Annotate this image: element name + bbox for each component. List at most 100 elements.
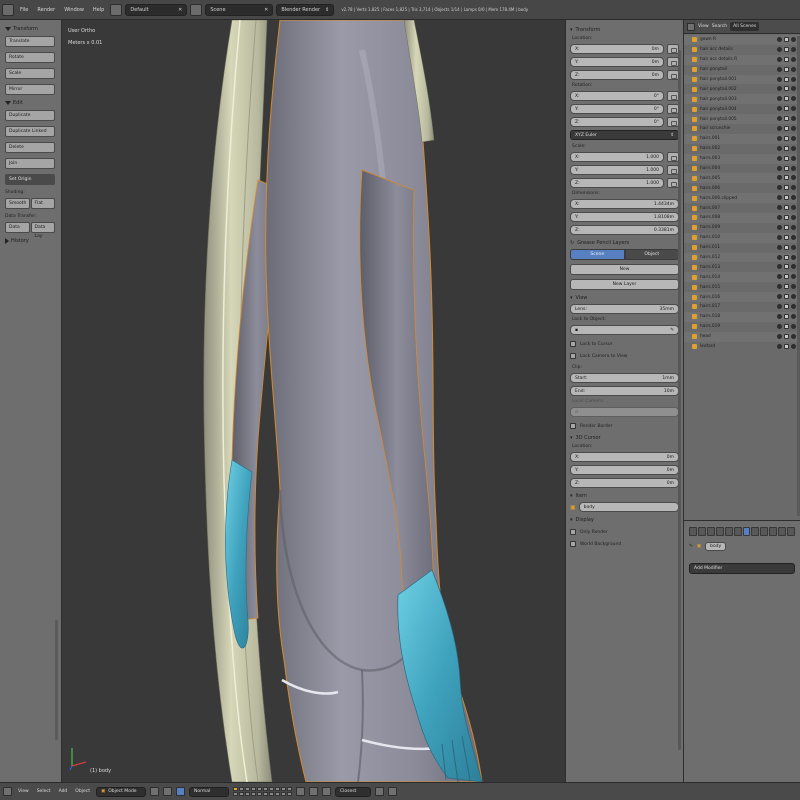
outliner-row[interactable]: hairs.013 xyxy=(684,262,800,272)
particles-tab-icon[interactable] xyxy=(778,527,787,536)
outliner-row[interactable]: head xyxy=(684,331,800,342)
eye-icon[interactable] xyxy=(777,323,782,329)
layer-button[interactable] xyxy=(256,792,262,796)
camera-render-icon[interactable] xyxy=(791,215,796,221)
snap-target-selector[interactable]: Closest xyxy=(334,786,371,797)
camera-render-icon[interactable] xyxy=(791,224,796,230)
transform-panel-header[interactable]: ▾ Transform xyxy=(570,27,679,33)
mode-selector[interactable]: ▣ Object Mode xyxy=(95,786,146,797)
eye-icon[interactable] xyxy=(777,205,782,211)
rotation-x-field[interactable]: X: 0° xyxy=(570,91,664,101)
lens-field[interactable]: Lens: 35mm xyxy=(570,304,679,314)
viewport-shading-icon[interactable] xyxy=(149,787,159,796)
gp-object-tab[interactable]: Object xyxy=(624,249,679,260)
rotation-z-field[interactable]: Z: 0° xyxy=(570,117,664,127)
physics-tab-icon[interactable] xyxy=(787,527,796,536)
world-tab-icon[interactable] xyxy=(715,527,724,536)
camera-render-icon[interactable] xyxy=(791,56,796,62)
menu-add[interactable]: Add xyxy=(57,789,70,794)
outliner-row[interactable]: leotard xyxy=(684,342,800,352)
camera-render-icon[interactable] xyxy=(791,116,796,122)
eye-icon[interactable] xyxy=(777,343,782,349)
cursor-select-icon[interactable] xyxy=(784,106,789,112)
data-layers-button[interactable]: Data Lay xyxy=(30,222,55,239)
camera-render-icon[interactable] xyxy=(791,195,796,201)
eye-icon[interactable] xyxy=(777,106,782,112)
eye-icon[interactable] xyxy=(777,185,782,191)
outliner-row[interactable]: hairs.002 xyxy=(684,144,800,154)
eye-icon[interactable] xyxy=(777,126,782,132)
menu-render[interactable]: Render xyxy=(34,7,58,13)
rotation-y-field[interactable]: Y: 0° xyxy=(570,104,664,114)
proportional-edit-icon[interactable] xyxy=(308,787,318,796)
outliner-row[interactable]: hair scrunchie xyxy=(684,124,800,134)
camera-render-icon[interactable] xyxy=(791,175,796,181)
location-x-field[interactable]: X: 0m xyxy=(570,44,664,54)
camera-render-icon[interactable] xyxy=(791,106,796,112)
eye-icon[interactable] xyxy=(777,175,782,181)
cursor-select-icon[interactable] xyxy=(784,333,789,339)
cursor-select-icon[interactable] xyxy=(784,244,789,250)
outliner-row[interactable]: hair ponytail.004 xyxy=(684,104,800,114)
layer-button[interactable] xyxy=(244,787,250,791)
outliner-row[interactable]: hair acc details xyxy=(684,45,800,55)
eyedropper-icon[interactable]: ✎ xyxy=(670,328,674,333)
layer-button[interactable] xyxy=(268,792,274,796)
layer-button[interactable] xyxy=(286,787,292,791)
render-icon[interactable] xyxy=(374,787,384,796)
data-tab-icon[interactable] xyxy=(751,527,760,536)
camera-render-icon[interactable] xyxy=(791,244,796,250)
transform-panel-header[interactable]: Transform xyxy=(5,26,56,32)
eye-icon[interactable] xyxy=(777,224,782,230)
3d-cursor-panel-header[interactable]: ▾ 3D Cursor xyxy=(570,435,679,441)
modifiers-tab-icon[interactable] xyxy=(742,527,751,536)
layer-button[interactable] xyxy=(262,792,268,796)
layer-button[interactable] xyxy=(280,787,286,791)
gp-new-button[interactable]: New xyxy=(570,264,679,275)
cursor-select-icon[interactable] xyxy=(784,66,789,72)
camera-render-icon[interactable] xyxy=(791,135,796,141)
outliner-row[interactable]: gown R xyxy=(684,35,800,45)
layout-selector[interactable]: Default ✕ xyxy=(125,3,188,16)
render-tab-icon[interactable] xyxy=(689,527,697,536)
edit-panel-header[interactable]: Edit xyxy=(5,100,56,106)
layer-button[interactable] xyxy=(232,792,238,796)
outliner-row[interactable]: hair ponytail.005 xyxy=(684,114,800,125)
outliner-row[interactable]: hairs.019 xyxy=(684,322,800,332)
outliner-menu-view[interactable]: View xyxy=(698,24,709,29)
camera-render-icon[interactable] xyxy=(791,304,796,310)
scene-tab-icon[interactable] xyxy=(706,527,715,536)
camera-render-icon[interactable] xyxy=(791,66,796,72)
cursor-y-field[interactable]: Y: 0m xyxy=(570,465,679,475)
view-panel-header[interactable]: ▾ View xyxy=(570,295,679,301)
editor-type-icon[interactable] xyxy=(687,22,695,31)
camera-render-icon[interactable] xyxy=(791,76,796,82)
eye-icon[interactable] xyxy=(777,165,782,171)
layer-button[interactable] xyxy=(274,787,280,791)
cursor-z-field[interactable]: Z: 0m xyxy=(570,478,679,488)
outliner-row[interactable]: hair acc details R xyxy=(684,54,800,65)
object-tab-icon[interactable] xyxy=(724,527,733,536)
cursor-select-icon[interactable] xyxy=(784,116,789,122)
close-icon[interactable]: ✕ xyxy=(178,7,182,13)
eye-icon[interactable] xyxy=(777,195,782,201)
tool-shelf-scrollbar[interactable] xyxy=(55,620,58,740)
eye-icon[interactable] xyxy=(777,294,782,300)
editor-type-icon[interactable] xyxy=(2,3,14,16)
cursor-select-icon[interactable] xyxy=(784,224,789,230)
outliner-row[interactable]: hair ponytail.002 xyxy=(684,84,800,94)
scale-x-field[interactable]: X: 1.000 xyxy=(570,152,664,162)
cursor-select-icon[interactable] xyxy=(784,195,789,201)
lock-to-cursor-checkbox[interactable]: Lock to Cursor xyxy=(570,341,679,347)
outliner-row[interactable]: hairs.017 xyxy=(684,302,800,312)
eye-icon[interactable] xyxy=(777,333,782,339)
outliner-row[interactable]: hairs.006 xyxy=(684,183,800,193)
outliner-row[interactable]: hair ponytail xyxy=(684,65,800,75)
eye-icon[interactable] xyxy=(777,37,782,42)
pivot-point-icon[interactable] xyxy=(162,787,172,796)
menu-help[interactable]: Help xyxy=(90,7,107,13)
outliner-display-filter[interactable]: All Scenes xyxy=(730,22,760,31)
eye-icon[interactable] xyxy=(777,155,782,161)
snap-magnet-icon[interactable] xyxy=(321,787,331,796)
layer-grid[interactable] xyxy=(232,787,292,796)
